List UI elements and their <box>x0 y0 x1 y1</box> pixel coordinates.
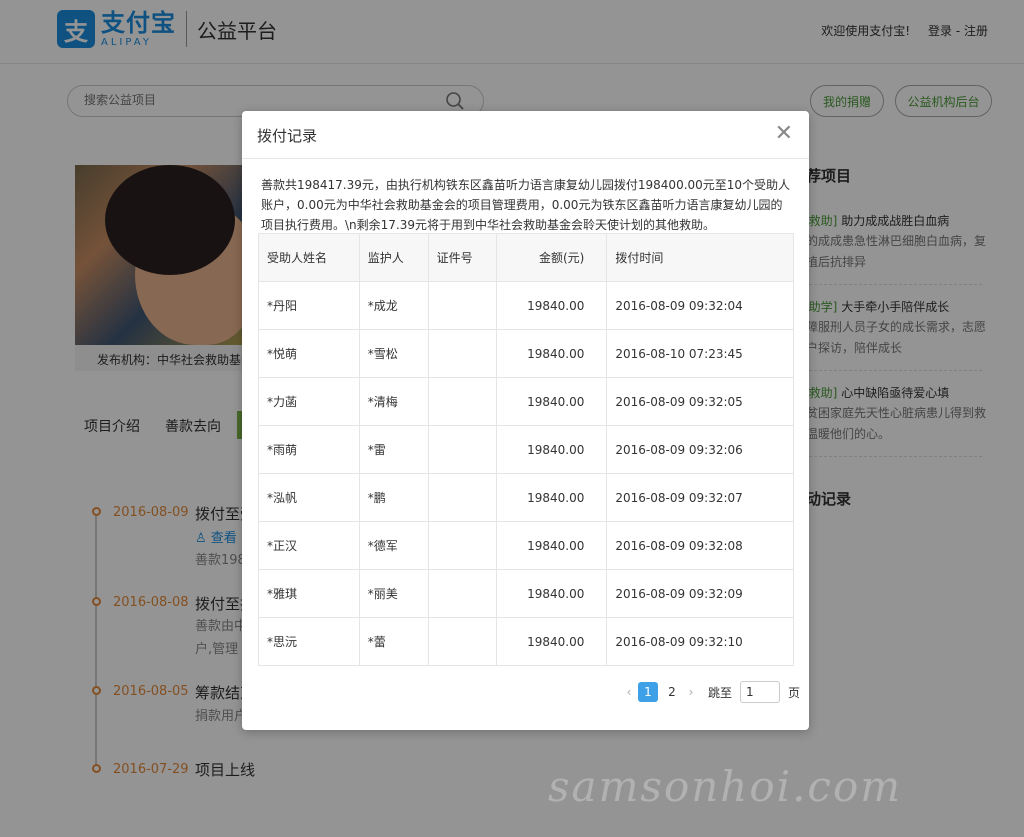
disbursement-time: 2016-08-09 09:32:09 <box>606 569 794 618</box>
amount: 19840.00 <box>496 521 608 570</box>
table-row: *思沅 *蕾 19840.00 2016-08-09 09:32:10 <box>258 617 794 666</box>
disbursement-table: 受助人姓名 监护人 证件号 金额(元) 拨付时间 *丹阳 *成龙 19840.0… <box>258 233 794 666</box>
jump-to-label: 跳至 <box>708 685 733 700</box>
id-number <box>427 377 498 426</box>
guardian-name: *鹏 <box>358 473 429 522</box>
disbursement-time: 2016-08-09 09:32:10 <box>606 617 794 666</box>
guardian-name: *清梅 <box>358 377 429 426</box>
amount: 19840.00 <box>496 617 608 666</box>
guardian-name: *雷 <box>358 425 429 474</box>
dialog-header-divider <box>242 158 809 159</box>
jump-page-input[interactable] <box>740 681 781 703</box>
recipient-name: *丹阳 <box>258 281 360 330</box>
id-number <box>427 473 498 522</box>
disbursement-time: 2016-08-09 09:32:04 <box>606 281 794 330</box>
recipient-name: *悦萌 <box>258 329 360 378</box>
page-1-button[interactable]: 1 <box>638 682 658 702</box>
watermark: samsonhoi.com <box>548 762 903 811</box>
close-icon[interactable]: ✕ <box>775 121 793 146</box>
table-row: *悦萌 *雪松 19840.00 2016-08-10 07:23:45 <box>258 329 794 378</box>
table-row: *正汉 *德军 19840.00 2016-08-09 09:32:08 <box>258 521 794 570</box>
column-header-guardian: 监护人 <box>358 233 429 282</box>
disbursement-time: 2016-08-09 09:32:05 <box>606 377 794 426</box>
recipient-name: *力菡 <box>258 377 360 426</box>
amount: 19840.00 <box>496 425 608 474</box>
amount: 19840.00 <box>496 329 608 378</box>
guardian-name: *雪松 <box>358 329 429 378</box>
id-number <box>427 281 498 330</box>
id-number <box>427 425 498 474</box>
next-page-icon[interactable]: › <box>684 685 698 699</box>
table-row: *雨萌 *雷 19840.00 2016-08-09 09:32:06 <box>258 425 794 474</box>
dialog-title: 拨付记录 <box>257 127 318 145</box>
disbursement-time: 2016-08-09 09:32:06 <box>606 425 794 474</box>
id-number <box>427 521 498 570</box>
recipient-name: *正汉 <box>258 521 360 570</box>
disbursement-summary: 善款共198417.39元，由执行机构铁东区鑫苗听力语言康复幼儿园拨付19840… <box>261 178 791 232</box>
disbursement-time: 2016-08-10 07:23:45 <box>606 329 794 378</box>
guardian-name: *成龙 <box>358 281 429 330</box>
pagination: ‹ 1 2 › 跳至 页 <box>622 681 801 703</box>
amount: 19840.00 <box>496 473 608 522</box>
guardian-name: *蕾 <box>358 617 429 666</box>
table-row: *丹阳 *成龙 19840.00 2016-08-09 09:32:04 <box>258 281 794 330</box>
amount: 19840.00 <box>496 281 608 330</box>
table-row: *雅琪 *丽美 19840.00 2016-08-09 09:32:09 <box>258 569 794 618</box>
page-suffix-label: 页 <box>788 685 801 700</box>
disbursement-time: 2016-08-09 09:32:08 <box>606 521 794 570</box>
table-row: *泓帆 *鹏 19840.00 2016-08-09 09:32:07 <box>258 473 794 522</box>
column-header-amount: 金额(元) <box>496 233 608 282</box>
column-header-time: 拨付时间 <box>606 233 794 282</box>
amount: 19840.00 <box>496 377 608 426</box>
amount: 19840.00 <box>496 569 608 618</box>
guardian-name: *丽美 <box>358 569 429 618</box>
column-header-recipient: 受助人姓名 <box>258 233 360 282</box>
table-row: *力菡 *清梅 19840.00 2016-08-09 09:32:05 <box>258 377 794 426</box>
page-2-button[interactable]: 2 <box>662 682 682 702</box>
recipient-name: *雨萌 <box>258 425 360 474</box>
column-header-id-number: 证件号 <box>427 233 498 282</box>
table-header-row: 受助人姓名 监护人 证件号 金额(元) 拨付时间 <box>258 233 794 282</box>
id-number <box>427 617 498 666</box>
recipient-name: *泓帆 <box>258 473 360 522</box>
prev-page-icon[interactable]: ‹ <box>622 685 636 699</box>
disbursement-time: 2016-08-09 09:32:07 <box>606 473 794 522</box>
disbursement-records-dialog: 拨付记录 ✕ 善款共198417.39元，由执行机构铁东区鑫苗听力语言康复幼儿园… <box>242 111 809 730</box>
id-number <box>427 569 498 618</box>
guardian-name: *德军 <box>358 521 429 570</box>
id-number <box>427 329 498 378</box>
recipient-name: *思沅 <box>258 617 360 666</box>
recipient-name: *雅琪 <box>258 569 360 618</box>
